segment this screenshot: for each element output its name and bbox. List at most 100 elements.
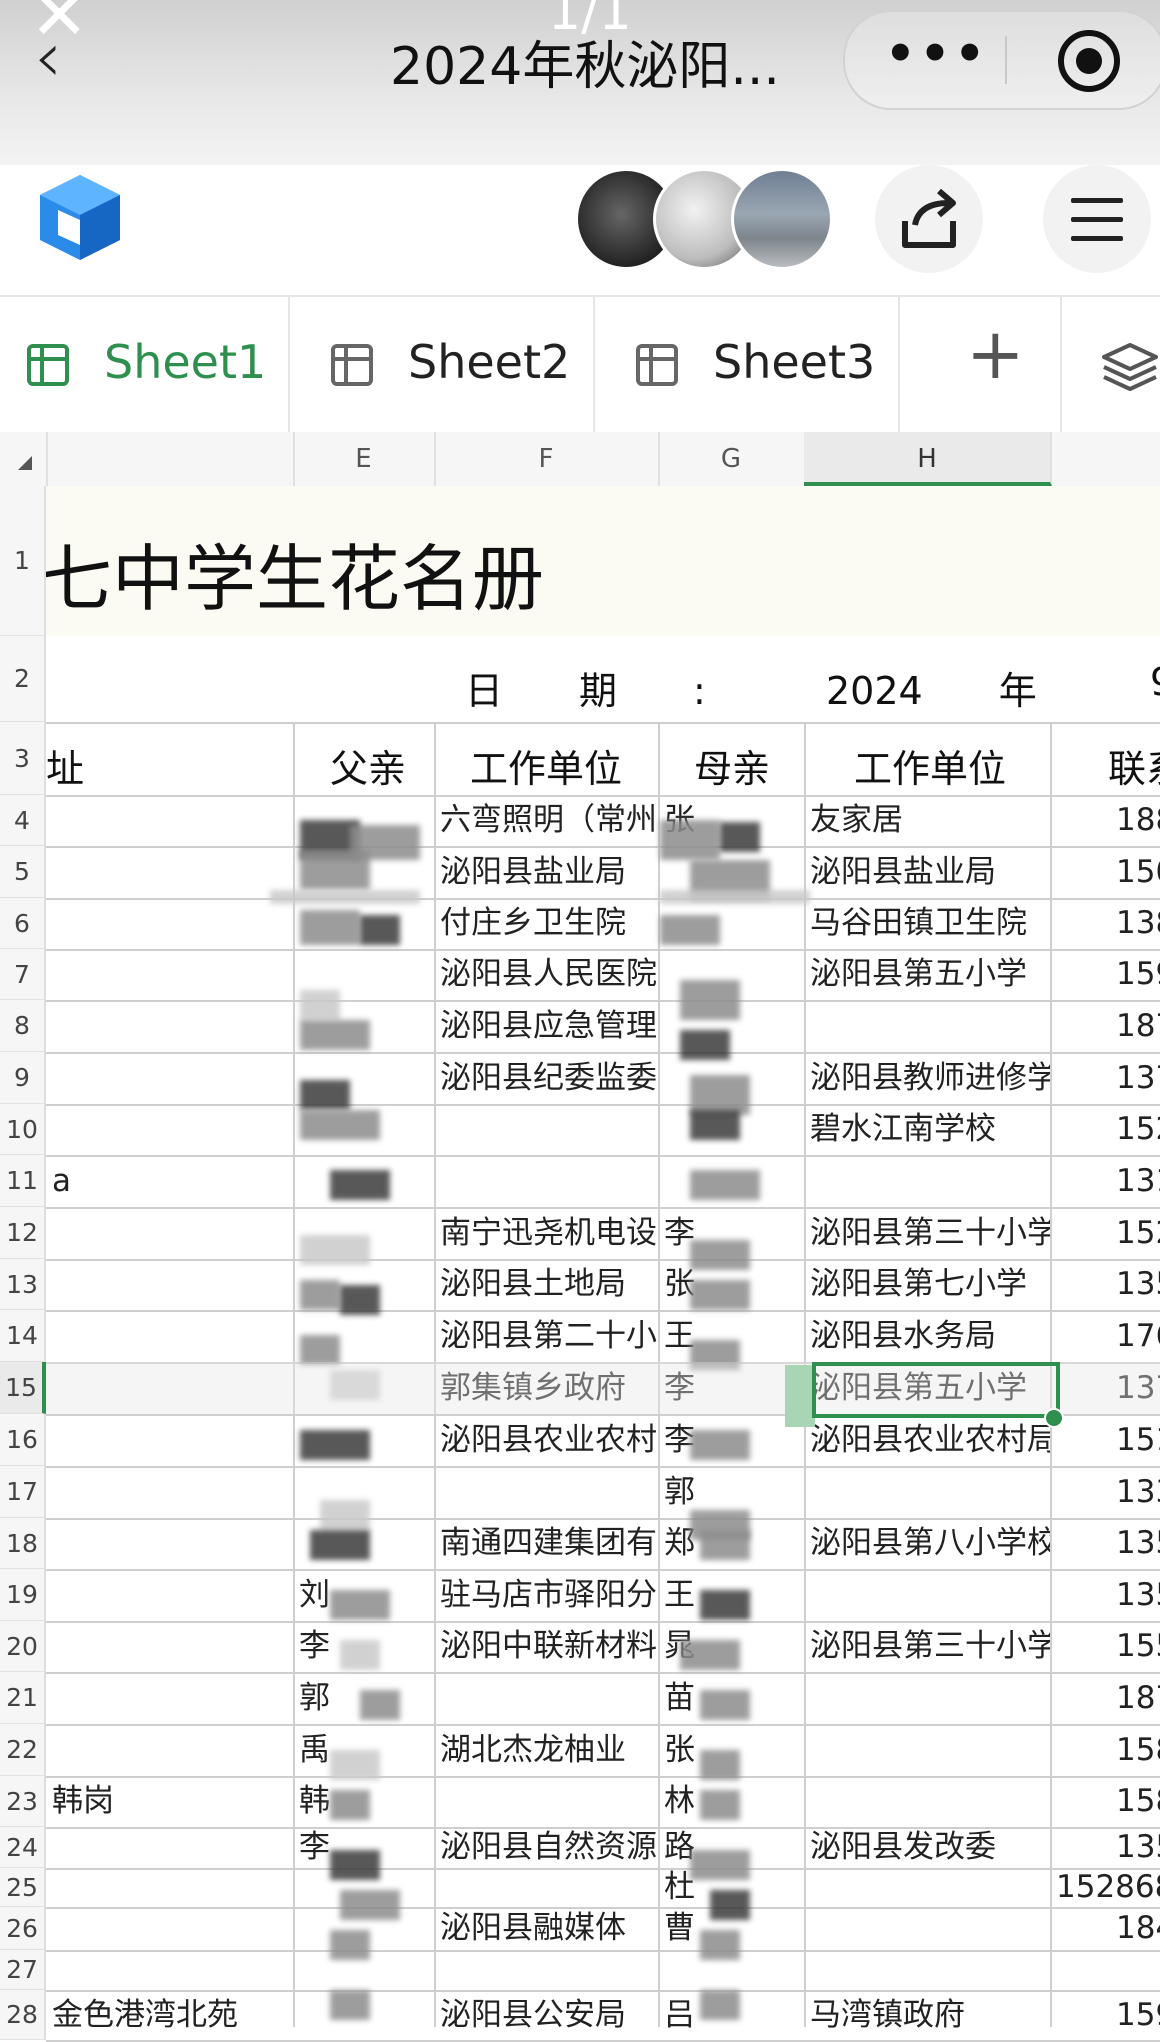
add-sheet-button[interactable]: + xyxy=(930,297,1062,432)
row-header-23[interactable]: 23 xyxy=(0,1776,46,1827)
cell-f13[interactable]: 泌阳县土地局 xyxy=(440,1259,658,1310)
selected-cell-h15[interactable] xyxy=(812,1362,1060,1418)
column-header-e[interactable]: E xyxy=(293,432,436,486)
row-header-20[interactable]: 20 xyxy=(0,1621,46,1672)
row-header-26[interactable]: 26 xyxy=(0,1907,46,1950)
cell-c23[interactable]: 韩岗 xyxy=(52,1776,293,1827)
row-header-8[interactable]: 8 xyxy=(0,1000,46,1052)
layers-button[interactable] xyxy=(1100,337,1160,401)
cell-f22[interactable]: 湖北杰龙柚业 xyxy=(440,1724,658,1776)
row-header-11[interactable]: 11 xyxy=(0,1155,46,1207)
cell-i14[interactable]: 176 xyxy=(1116,1310,1160,1362)
more-button[interactable]: ••• xyxy=(885,26,989,82)
cell-h10[interactable]: 碧水江南学校 xyxy=(810,1104,1050,1155)
cell-i4[interactable]: 188 xyxy=(1116,795,1160,846)
cell-f7[interactable]: 泌阳县人民医院 xyxy=(440,949,658,1000)
row-header-4[interactable]: 4 xyxy=(0,795,46,846)
cell-h4[interactable]: 友家居 xyxy=(810,795,1050,846)
cell-f9[interactable]: 泌阳县纪委监委 xyxy=(440,1052,658,1104)
row-header-22[interactable]: 22 xyxy=(0,1724,46,1776)
column-header-i[interactable] xyxy=(1050,432,1160,486)
row-header-1[interactable]: 1 xyxy=(0,486,46,636)
cell-i26[interactable]: 184 xyxy=(1116,1907,1160,1950)
fill-handle[interactable] xyxy=(1044,1408,1064,1428)
cell-h7[interactable]: 泌阳县第五小学 xyxy=(810,949,1050,1000)
row-header-6[interactable]: 6 xyxy=(0,898,46,949)
cell-i28[interactable]: 159 xyxy=(1116,1990,1160,2040)
cell-i11[interactable]: 131 xyxy=(1116,1155,1160,1207)
cell-i17[interactable]: 133 xyxy=(1116,1466,1160,1518)
row-header-27[interactable]: 27 xyxy=(0,1950,46,1990)
cell-f14[interactable]: 泌阳县第二十小 xyxy=(440,1310,658,1362)
column-header-h[interactable]: H xyxy=(804,432,1052,486)
cell-f28[interactable]: 泌阳县公安局 xyxy=(440,1990,658,2040)
close-program-icon[interactable] xyxy=(1058,30,1120,92)
row-header-5[interactable]: 5 xyxy=(0,846,46,898)
cell-h28[interactable]: 马湾镇政府 xyxy=(810,1990,1050,2040)
row-header-10[interactable]: 10 xyxy=(0,1104,46,1155)
cell-i6[interactable]: 138 xyxy=(1116,898,1160,949)
cell-i25[interactable]: 152868 xyxy=(1056,1868,1160,1907)
cell-i22[interactable]: 158 xyxy=(1116,1724,1160,1776)
cell-i9[interactable]: 137 xyxy=(1116,1052,1160,1104)
row-header-14[interactable]: 14 xyxy=(0,1310,46,1362)
cell-i24[interactable]: 135 xyxy=(1116,1827,1160,1868)
cell-f24[interactable]: 泌阳县自然资源 xyxy=(440,1827,658,1868)
cell-h5[interactable]: 泌阳县盐业局 xyxy=(810,846,1050,898)
cell-h6[interactable]: 马谷田镇卫生院 xyxy=(810,898,1050,949)
cell-f18[interactable]: 南通四建集团有 xyxy=(440,1518,658,1569)
cell-f4[interactable]: 六弯照明（常州 xyxy=(440,795,658,846)
cell-f20[interactable]: 泌阳中联新材料 xyxy=(440,1621,658,1672)
cell-h13[interactable]: 泌阳县第七小学 xyxy=(810,1259,1050,1310)
row-header-28[interactable]: 28 xyxy=(0,1990,46,2040)
tab-sheet1[interactable]: Sheet1 xyxy=(0,297,290,432)
cell-i21[interactable]: 187 xyxy=(1116,1672,1160,1724)
row-header-25[interactable]: 25 xyxy=(0,1868,46,1907)
cell-c28[interactable]: 金色港湾北苑 xyxy=(52,1990,293,2040)
cell-h9[interactable]: 泌阳县教师进修学 xyxy=(810,1052,1050,1104)
row-header-18[interactable]: 18 xyxy=(0,1518,46,1569)
cell-h18[interactable]: 泌阳县第八小学校 xyxy=(810,1518,1050,1569)
row-header-2[interactable]: 2 xyxy=(0,636,46,722)
column-header-d[interactable] xyxy=(46,432,295,486)
select-all-corner[interactable] xyxy=(0,432,48,486)
cell-i13[interactable]: 135 xyxy=(1116,1259,1160,1310)
cell-f5[interactable]: 泌阳县盐业局 xyxy=(440,846,658,898)
cell-i7[interactable]: 159 xyxy=(1116,949,1160,1000)
avatar[interactable] xyxy=(731,168,833,270)
column-header-f[interactable]: F xyxy=(434,432,660,486)
cell-f26[interactable]: 泌阳县融媒体 xyxy=(440,1907,658,1950)
row-header-12[interactable]: 12 xyxy=(0,1207,46,1259)
cell-i10[interactable]: 152 xyxy=(1116,1104,1160,1155)
cell-i20[interactable]: 155 xyxy=(1116,1621,1160,1672)
cell-h14[interactable]: 泌阳县水务局 xyxy=(810,1310,1050,1362)
cell-h20[interactable]: 泌阳县第三十小学 xyxy=(810,1621,1050,1672)
cell-i5[interactable]: 150 xyxy=(1116,846,1160,898)
row-header-9[interactable]: 9 xyxy=(0,1052,46,1104)
share-button[interactable] xyxy=(875,165,983,273)
row-header-16[interactable]: 16 xyxy=(0,1414,46,1466)
cell-h24[interactable]: 泌阳县发改委 xyxy=(810,1827,1050,1868)
cell-h16[interactable]: 泌阳县农业农村局 xyxy=(810,1414,1050,1466)
row-header-17[interactable]: 17 xyxy=(0,1466,46,1518)
menu-button[interactable] xyxy=(1043,165,1151,273)
row-header-21[interactable]: 21 xyxy=(0,1672,46,1724)
cell-c11[interactable]: a xyxy=(52,1155,293,1207)
cell-i8[interactable]: 187 xyxy=(1116,1000,1160,1052)
back-button[interactable]: ‹ xyxy=(34,22,94,92)
row-header-19[interactable]: 19 xyxy=(0,1569,46,1621)
cell-h12[interactable]: 泌阳县第三十小学 xyxy=(810,1207,1050,1259)
cell-i16[interactable]: 151 xyxy=(1116,1414,1160,1466)
row-header-15[interactable]: 15 xyxy=(0,1362,46,1414)
tab-sheet2[interactable]: Sheet2 xyxy=(288,297,595,432)
cell-f12[interactable]: 南宁迅尧机电设 xyxy=(440,1207,658,1259)
collaborator-avatars[interactable] xyxy=(575,168,833,270)
cell-i23[interactable]: 158 xyxy=(1116,1776,1160,1827)
column-header-g[interactable]: G xyxy=(658,432,806,486)
cell-i12[interactable]: 152 xyxy=(1116,1207,1160,1259)
row-header-13[interactable]: 13 xyxy=(0,1259,46,1310)
row-header-24[interactable]: 24 xyxy=(0,1827,46,1868)
row-header-7[interactable]: 7 xyxy=(0,949,46,1000)
cell-f19[interactable]: 驻马店市驿阳分 xyxy=(440,1569,658,1621)
tab-sheet3[interactable]: Sheet3 xyxy=(593,297,900,432)
